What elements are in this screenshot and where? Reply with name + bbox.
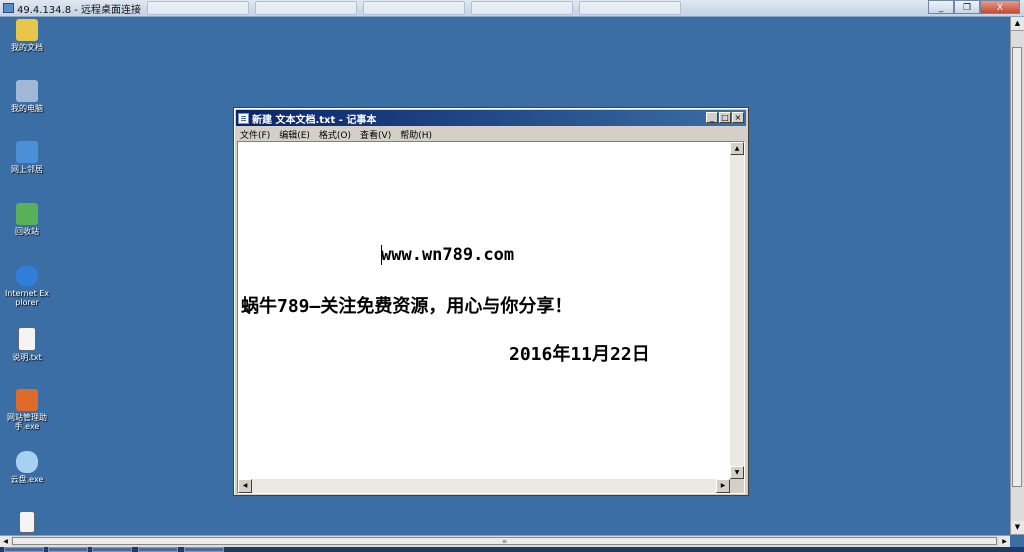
taskbar-button[interactable] <box>48 547 88 552</box>
notepad-horizontal-scrollbar[interactable]: ◀ ▶ <box>238 479 730 493</box>
notepad-window-controls: _ □ × <box>705 112 744 123</box>
folder-icon <box>16 19 38 41</box>
desktop-icon-recycle-bin[interactable]: 回收站 <box>4 203 50 236</box>
text-file-icon <box>18 327 36 351</box>
desktop-icon-cloud-disk[interactable]: 云盘.exe <box>4 451 50 484</box>
notepad-title: 新建 文本文档.txt - 记事本 <box>252 114 377 126</box>
scroll-up-arrow-icon[interactable]: ▲ <box>730 142 744 155</box>
taskbar-tab[interactable] <box>363 1 466 15</box>
taskbar-tab[interactable] <box>579 1 682 15</box>
scroll-thumb[interactable] <box>1012 47 1022 487</box>
scroll-right-arrow-icon[interactable]: ▶ <box>716 479 730 493</box>
restore-button[interactable]: ❐ <box>954 0 980 14</box>
scroll-up-arrow-icon[interactable]: ▲ <box>1011 17 1024 31</box>
taskbar-button[interactable] <box>92 547 132 552</box>
notepad-menubar: 文件(F) 编辑(E) 格式(O) 查看(V) 帮助(H) <box>236 127 746 141</box>
taskbar-button[interactable] <box>138 547 178 552</box>
scroll-down-arrow-icon[interactable]: ▼ <box>1011 521 1024 535</box>
notepad-text-area[interactable]: www.wn789.com 蜗牛789—关注免费资源，用心与你分享！ 2016年… <box>237 141 745 494</box>
notepad-icon <box>238 112 249 124</box>
desktop-icon-internet-explorer[interactable]: Internet Explorer <box>4 265 50 307</box>
desktop-icon-label: Internet Explorer <box>4 289 50 307</box>
scroll-left-arrow-icon[interactable]: ◀ <box>0 536 11 547</box>
cloud-icon <box>16 451 38 473</box>
close-button[interactable]: X <box>980 0 1020 14</box>
recycle-bin-icon <box>16 203 38 225</box>
size-grip[interactable] <box>730 479 744 493</box>
menu-format[interactable]: 格式(O) <box>319 128 351 141</box>
start-button[interactable] <box>4 547 44 552</box>
notepad-window[interactable]: 新建 文本文档.txt - 记事本 _ □ × 文件(F) 编辑(E) 格式(O… <box>233 107 749 496</box>
desktop-icon-label: 回收站 <box>15 227 39 236</box>
notepad-maximize-button[interactable]: □ <box>719 112 731 123</box>
ie-icon <box>16 265 38 287</box>
taskbar-tab[interactable] <box>147 1 250 15</box>
rdp-vertical-scrollbar[interactable]: ▲ ▼ <box>1010 17 1024 535</box>
notepad-vertical-scrollbar[interactable]: ▲ ▼ <box>730 142 744 479</box>
desktop-icon-my-computer[interactable]: 我的电脑 <box>4 80 50 113</box>
desktop-icon-label: 网上邻居 <box>11 165 43 174</box>
cube-app-icon <box>16 389 38 411</box>
rdp-title-bar[interactable]: 49.4.134.8 - 远程桌面连接 _ ❐ X <box>0 0 1024 17</box>
scroll-down-arrow-icon[interactable]: ▼ <box>730 466 744 479</box>
desktop-icon-label: 我的电脑 <box>11 104 43 113</box>
remote-desktop-icon <box>3 3 14 13</box>
rdp-window-title: 49.4.134.8 - 远程桌面连接 <box>17 4 142 16</box>
taskbar-tab[interactable] <box>471 1 574 15</box>
desktop-icon-site-manager[interactable]: 网站管理助手.exe <box>4 389 50 431</box>
text-line-url: www.wn789.com <box>381 245 515 265</box>
menu-view[interactable]: 查看(V) <box>360 128 391 141</box>
rdp-horizontal-scrollbar[interactable]: ◀ ≡ ▶ <box>0 535 1010 547</box>
menu-help[interactable]: 帮助(H) <box>400 128 432 141</box>
taskbar-tab[interactable] <box>255 1 358 15</box>
scroll-left-arrow-icon[interactable]: ◀ <box>238 479 252 493</box>
desktop-icon-network-places[interactable]: 网上邻居 <box>4 141 50 174</box>
text-line-date: 2016年11月22日 <box>509 344 650 365</box>
desktop-icon-my-documents[interactable]: 我的文档 <box>4 19 50 52</box>
desktop-icon-label: 我的文档 <box>11 43 43 52</box>
minimize-button[interactable]: _ <box>928 0 954 14</box>
notepad-minimize-button[interactable]: _ <box>706 112 718 123</box>
taskbar-button[interactable] <box>184 547 224 552</box>
desktop-icon-label: 说明.txt <box>12 353 42 362</box>
desktop-icon-readme[interactable]: 说明.txt <box>4 327 50 362</box>
desktop-icon-label: 云盘.exe <box>10 475 44 484</box>
scroll-thumb[interactable]: ≡ <box>12 537 997 545</box>
text-file-icon <box>19 511 35 533</box>
scroll-right-arrow-icon[interactable]: ▶ <box>999 536 1010 547</box>
computer-icon <box>16 80 38 102</box>
menu-edit[interactable]: 编辑(E) <box>279 128 310 141</box>
menu-file[interactable]: 文件(F) <box>240 128 270 141</box>
notepad-close-button[interactable]: × <box>732 112 744 123</box>
rdp-window-controls: _ ❐ X <box>928 0 1020 14</box>
desktop-icon-file[interactable] <box>4 511 50 535</box>
desktop-icon-label: 网站管理助手.exe <box>7 413 47 431</box>
notepad-title-bar[interactable]: 新建 文本文档.txt - 记事本 _ □ × <box>236 110 746 126</box>
text-line-slogan: 蜗牛789—关注免费资源，用心与你分享！ <box>241 296 573 317</box>
network-icon <box>16 141 38 163</box>
